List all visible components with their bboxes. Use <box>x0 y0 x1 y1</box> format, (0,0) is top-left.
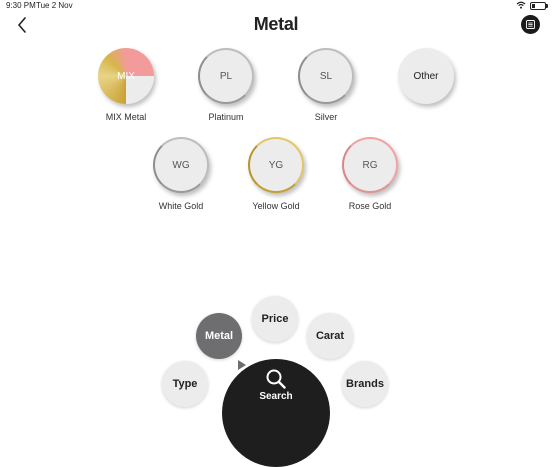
metal-option-yellow-gold[interactable]: YG Yellow Gold <box>236 137 316 211</box>
search-icon <box>265 368 287 390</box>
nav-price-button[interactable]: Price <box>252 296 298 342</box>
page-title: Metal <box>253 14 299 34</box>
metal-option-silver[interactable]: SL Silver <box>286 48 366 122</box>
list-button[interactable] <box>521 15 540 34</box>
rose-gold-swatch: RG <box>342 137 398 193</box>
battery-level <box>532 4 535 8</box>
platinum-swatch: PL <box>198 48 254 104</box>
metal-option-platinum[interactable]: PL Platinum <box>186 48 266 122</box>
metal-label: Rose Gold <box>348 201 392 211</box>
battery-icon <box>530 2 548 10</box>
search-label: Search <box>259 391 293 402</box>
metal-label: White Gold <box>158 201 204 211</box>
other-swatch: Other <box>398 48 454 104</box>
nav-metal-button[interactable]: Metal <box>196 313 242 359</box>
metal-option-rose-gold[interactable]: RG Rose Gold <box>330 137 410 211</box>
metal-option-mix[interactable]: MIX MIX Metal <box>86 48 166 122</box>
metal-label: Yellow Gold <box>252 201 300 211</box>
wifi-icon <box>516 1 526 11</box>
nav-brands-button[interactable]: Brands <box>342 361 388 407</box>
metal-option-white-gold[interactable]: WG White Gold <box>141 137 221 211</box>
nav-type-button[interactable]: Type <box>162 361 208 407</box>
metal-label: Silver <box>314 112 338 122</box>
mix-metal-swatch: MIX <box>98 48 154 104</box>
metal-option-other[interactable]: Other <box>386 48 466 112</box>
list-icon <box>526 20 535 29</box>
silver-swatch: SL <box>298 48 354 104</box>
status-bar: 9:30 PM Tue 2 Nov <box>0 0 552 12</box>
nav-carat-button[interactable]: Carat <box>307 313 353 359</box>
status-time: 9:30 PM <box>6 1 36 10</box>
status-indicators <box>516 1 548 11</box>
metal-label: Platinum <box>208 112 244 122</box>
white-gold-swatch: WG <box>153 137 209 193</box>
metal-label: MIX Metal <box>105 112 147 122</box>
yellow-gold-swatch: YG <box>248 137 304 193</box>
status-date: Tue 2 Nov <box>36 1 73 10</box>
